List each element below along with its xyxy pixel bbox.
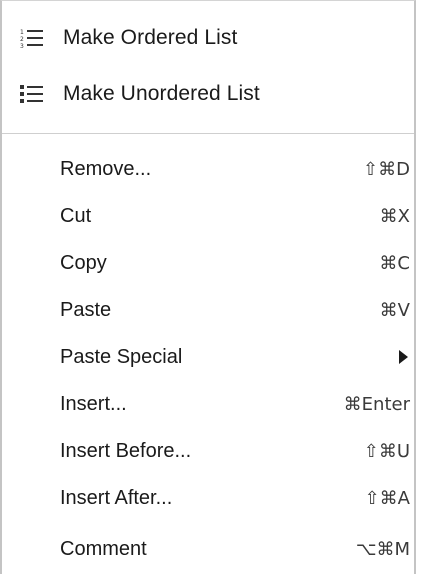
menu-item-shortcut: ⌘V bbox=[379, 299, 410, 321]
menu-item-shortcut: ⌘Enter bbox=[343, 393, 410, 415]
make-unordered-list-label: Make Unordered List bbox=[63, 82, 260, 105]
ordered-list-icon: 1 2 3 bbox=[20, 29, 43, 49]
menu-item-cut[interactable]: Cut ⌘X bbox=[60, 200, 410, 232]
menu-item-label: Paste bbox=[60, 298, 112, 321]
menu-item-label: Insert After... bbox=[60, 486, 173, 509]
menu-item-label: Paste Special bbox=[60, 345, 183, 368]
svg-text:3: 3 bbox=[20, 43, 24, 49]
menu-item-shortcut: ⇧⌘U bbox=[363, 440, 410, 462]
menu-item-label: Remove... bbox=[60, 157, 152, 180]
menu-item-insert[interactable]: Insert... ⌘Enter bbox=[60, 388, 410, 420]
menu-item-label: Cut bbox=[60, 204, 92, 227]
menu-item-comment[interactable]: Comment ⌥⌘M bbox=[60, 533, 410, 565]
menu-item-paste-special[interactable]: Paste Special bbox=[60, 341, 410, 373]
menu-item-remove[interactable]: Remove... ⇧⌘D bbox=[60, 153, 410, 185]
menu-item-shortcut: ⇧⌘A bbox=[364, 487, 410, 509]
triangle-right-icon bbox=[399, 350, 408, 364]
menu-item-shortcut: ⌥⌘M bbox=[355, 538, 410, 560]
menu-divider bbox=[2, 133, 414, 134]
menu-item-label: Comment bbox=[60, 537, 147, 560]
menu-item-label: Insert... bbox=[60, 392, 127, 415]
context-menu: 1 2 3 Make Ordered List Make Unordered L… bbox=[0, 0, 416, 574]
menu-item-label: Insert Before... bbox=[60, 439, 192, 462]
make-ordered-list-item[interactable]: 1 2 3 Make Ordered List bbox=[20, 23, 237, 53]
menu-item-shortcut: ⌘C bbox=[379, 252, 410, 274]
menu-item-insert-before[interactable]: Insert Before... ⇧⌘U bbox=[60, 435, 410, 467]
svg-text:1: 1 bbox=[20, 29, 24, 36]
make-unordered-list-item[interactable]: Make Unordered List bbox=[20, 79, 260, 109]
svg-text:2: 2 bbox=[20, 36, 24, 43]
menu-item-label: Copy bbox=[60, 251, 107, 274]
menu-item-copy[interactable]: Copy ⌘C bbox=[60, 247, 410, 279]
make-ordered-list-label: Make Ordered List bbox=[63, 26, 238, 49]
menu-item-paste[interactable]: Paste ⌘V bbox=[60, 294, 410, 326]
menu-item-shortcut: ⇧⌘D bbox=[363, 158, 410, 180]
unordered-list-icon bbox=[20, 85, 43, 103]
menu-item-insert-after[interactable]: Insert After... ⇧⌘A bbox=[60, 482, 410, 510]
menu-item-shortcut: ⌘X bbox=[379, 205, 410, 227]
